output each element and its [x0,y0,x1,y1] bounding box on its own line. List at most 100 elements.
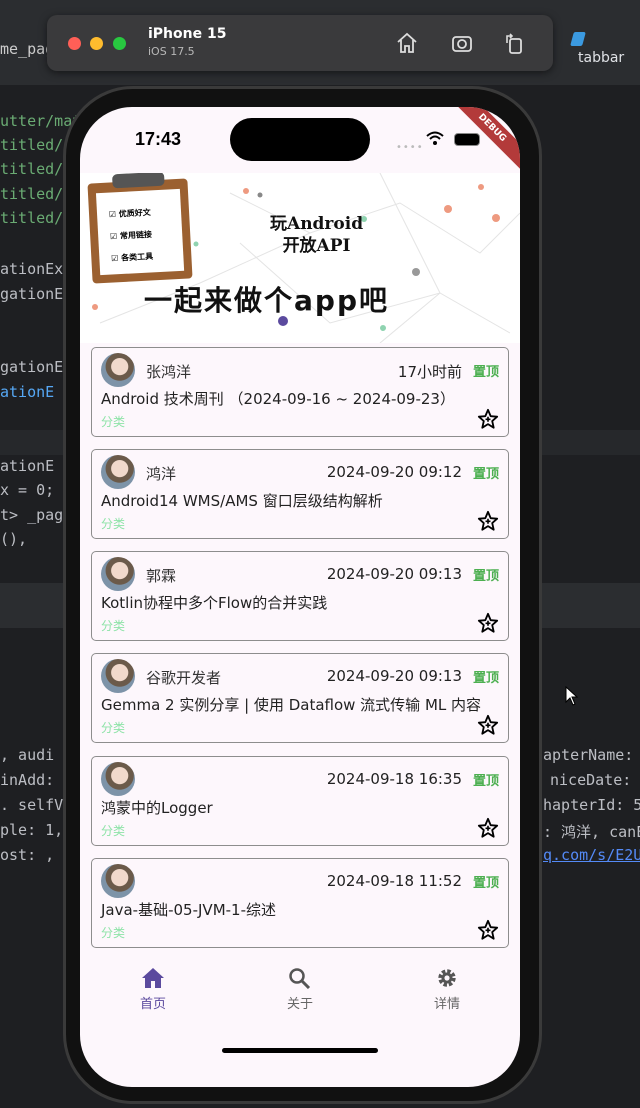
pinned-badge: 置顶 [472,569,499,584]
clipboard-item-label: 优质好文 [118,207,151,219]
article-author: 鸿洋 [146,465,177,483]
article-category[interactable]: 分类 [101,413,125,430]
ide-code: hapterId: 5 [543,796,640,814]
article-category[interactable]: 分类 [101,924,125,941]
simulator-toolbar: iPhone 15 iOS 17.5 [47,15,553,71]
star-favorite-icon[interactable] [477,612,499,634]
minimize-window-button[interactable] [90,37,103,50]
avatar [101,455,135,489]
pinned-badge: 置顶 [472,365,499,380]
pinned-badge: 置顶 [472,671,499,686]
banner-title: 玩Android 开放API [270,213,363,257]
home-indicator[interactable] [222,1048,378,1053]
wifi-icon [426,131,444,145]
article-date: 2024-09-18 11:52 [326,872,462,890]
article-title[interactable]: 鸿蒙中的Logger [101,797,213,818]
article-category[interactable]: 分类 [101,719,125,736]
article-title[interactable]: Kotlin协程中多个Flow的合并实践 [101,592,327,613]
article-card[interactable]: 谷歌开发者 2024-09-20 09:13 置顶 Gemma 2 实例分享 |… [91,653,509,743]
search-icon [289,968,311,989]
article-card[interactable]: 张鸿洋 17小时前 置顶 Android 技术周刊 （2024-09-16 ~ … [91,347,509,437]
dart-icon [570,31,586,46]
ide-code: inAdd: [0,771,55,789]
article-author: 郭霖 [146,567,177,585]
article-title[interactable]: Android 技术周刊 （2024-09-16 ~ 2024-09-23） [101,388,455,409]
nav-item-home[interactable]: 首页 [113,967,193,1012]
battery-icon [454,133,480,146]
editor-tab-label: tabbar [578,49,625,66]
star-favorite-icon[interactable] [477,510,499,532]
clipboard-items: ☑ 优质好文 ☑ 常用链接 ☑ 各类工具 [108,202,154,270]
banner-title-line2: 开放API [282,236,351,256]
ide-code: : 鸿洋, canE [543,823,640,841]
nav-label: 首页 [139,997,166,1012]
ide-code: ationE [0,383,55,401]
article-title[interactable]: Android14 WMS/AMS 窗口层级结构解析 [101,490,383,511]
device-name: iPhone 15 [148,26,227,42]
carousel-indicator[interactable] [278,316,288,326]
article-title[interactable]: Java-基础-05-JVM-1-综述 [101,899,276,920]
home-icon [142,968,164,988]
ide-code: x = 0; [0,481,55,499]
rotate-icon[interactable] [502,31,526,55]
pinned-badge: 置顶 [472,467,499,482]
ide-code: titled/r [0,136,73,154]
avatar [101,864,135,898]
article-title[interactable]: Gemma 2 实例分享 | 使用 Dataflow 流式传输 ML 内容 [101,694,481,715]
pinned-badge: 置顶 [472,876,499,891]
banner-slogan: 一起来做个app吧 [144,284,389,317]
clipboard-item: ☑ 优质好文 [108,207,151,220]
clipboard-item: ☑ 各类工具 [110,251,154,264]
ide-code: ationExa [0,260,73,278]
zoom-window-button[interactable] [113,37,126,50]
status-time: 17:43 [135,129,182,149]
article-date: 17小时前 [397,363,462,381]
ide-code: gationE [0,285,64,303]
article-card[interactable]: 2024-09-18 16:35 置顶 鸿蒙中的Logger 分类 [91,756,509,846]
editor-tab[interactable]: tabbar [570,28,640,66]
ide-code: t> _pag [0,506,64,524]
star-favorite-icon[interactable] [477,919,499,941]
ide-code: ationE [0,457,55,475]
star-favorite-icon[interactable] [477,408,499,430]
nav-item-details[interactable]: 详情 [407,967,487,1012]
phone-screen: 17:43 •••• DEBUG ☑ 优质好文 ☑ 常用链接 ☑ 各类工具 玩A… [80,107,520,1087]
article-category[interactable]: 分类 [101,617,125,634]
banner-carousel[interactable]: ☑ 优质好文 ☑ 常用链接 ☑ 各类工具 玩Android 开放API 一起来做… [80,173,520,343]
article-author: 谷歌开发者 [146,669,222,687]
avatar [101,762,135,796]
clipboard-item-label: 各类工具 [120,251,154,263]
star-favorite-icon[interactable] [477,817,499,839]
ide-code: titled/ [0,209,64,227]
ide-code: apterName: [543,746,634,764]
ide-code: , audi [0,746,55,764]
article-card[interactable]: 2024-09-18 11:52 置顶 Java-基础-05-JVM-1-综述 … [91,858,509,948]
os-version: iOS 17.5 [148,45,195,58]
article-date: 2024-09-20 09:13 [326,565,462,583]
article-date: 2024-09-18 16:35 [326,770,462,788]
nav-item-about[interactable]: 关于 [260,967,340,1012]
star-favorite-icon[interactable] [477,714,499,736]
ide-code-link[interactable]: q.com/s/E2U [543,846,640,864]
article-card[interactable]: 鸿洋 2024-09-20 09:12 置顶 Android14 WMS/AMS… [91,449,509,539]
ide-code: titled/ [0,160,64,178]
bottom-navigation: 首页 关于 详情 [80,955,520,1035]
ide-code: gationE [0,358,64,376]
banner-title-line1: 玩Android [270,214,364,234]
ide-code: niceDate: [550,771,632,789]
avatar [101,659,135,693]
article-category[interactable]: 分类 [101,822,125,839]
article-category[interactable]: 分类 [101,515,125,532]
screenshot-icon[interactable] [450,31,474,55]
mouse-cursor-icon [565,686,579,706]
nav-label: 详情 [433,997,460,1012]
close-window-button[interactable] [68,37,81,50]
signal-icon: •••• [396,142,424,153]
article-date: 2024-09-20 09:13 [326,667,462,685]
article-card[interactable]: 郭霖 2024-09-20 09:13 置顶 Kotlin协程中多个Flow的合… [91,551,509,641]
ide-code: ple: 1, [0,821,64,839]
home-button-icon[interactable] [395,31,419,55]
clipboard-item-label: 常用链接 [119,229,153,241]
ide-code: titled/ [0,185,64,203]
dynamic-island [230,118,370,161]
